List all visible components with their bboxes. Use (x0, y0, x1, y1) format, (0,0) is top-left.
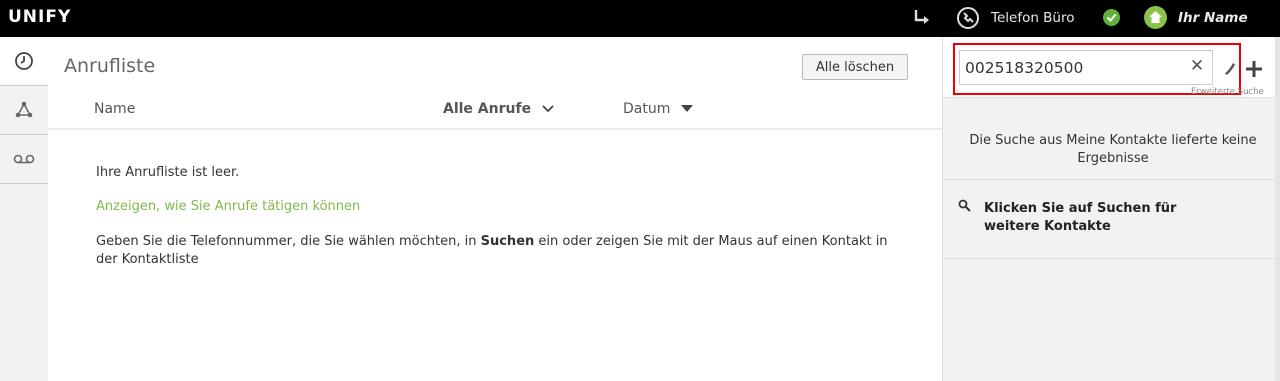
column-name-label: Name (94, 101, 136, 117)
advanced-search-link[interactable]: Erweiterte Suche (1191, 87, 1264, 97)
divider (943, 258, 1277, 259)
clock-icon (15, 52, 33, 70)
clear-all-button[interactable]: Alle löschen (802, 54, 908, 80)
avatar[interactable] (1144, 6, 1167, 29)
instructions-part1: Geben Sie die Telefonnummer, die Sie wäh… (96, 234, 481, 249)
filter-dropdown[interactable]: Alle Anrufe (443, 101, 554, 117)
scrollbar[interactable] (1275, 37, 1280, 381)
page-title: Anrufliste (64, 55, 156, 77)
search-bar: ✕ Erweiterte Suche (943, 37, 1280, 97)
column-name[interactable]: Name (94, 101, 135, 117)
search-more-hint[interactable]: Klicken Sie auf Suchen für weitere Konta… (943, 180, 1277, 260)
plus-icon[interactable] (1245, 60, 1263, 78)
search-icon (958, 199, 971, 212)
no-result-message: Die Suche aus Meine Kontakte lieferte ke… (969, 133, 1257, 166)
instructions-text: Geben Sie die Telefonnummer, die Sie wäh… (96, 233, 896, 269)
how-to-call-link[interactable]: Anzeigen, wie Sie Anrufe tätigen können (96, 199, 360, 214)
user-name[interactable]: Ihr Name (1178, 10, 1248, 26)
unify-logo: UNIFY (8, 7, 72, 27)
call-forward-icon[interactable] (912, 7, 934, 29)
call-list-panel: Anrufliste Alle löschen Name Alle Anrufe… (48, 37, 942, 381)
device-label[interactable]: Telefon Büro (991, 10, 1075, 26)
left-nav (0, 37, 48, 381)
phone-device-icon[interactable] (956, 6, 980, 30)
empty-list-message: Ihre Anrufliste ist leer. (96, 165, 240, 180)
column-date[interactable]: Datum (623, 101, 693, 117)
sort-down-icon (680, 105, 693, 112)
column-date-label: Datum (623, 101, 671, 117)
search-more-hint-text: Klicken Sie auf Suchen für weitere Konta… (984, 201, 1177, 234)
instructions-bold: Suchen (480, 234, 535, 249)
divider (943, 97, 1277, 98)
nav-voicemail[interactable] (0, 135, 48, 184)
search-pane: ✕ Erweiterte Suche Die Suche aus Meine K… (942, 37, 1280, 381)
status-available-icon[interactable] (1103, 9, 1120, 26)
nav-contacts[interactable] (0, 86, 48, 135)
network-icon (15, 101, 33, 118)
header-divider (48, 128, 942, 130)
voicemail-icon (13, 154, 35, 164)
nav-call-history[interactable] (0, 37, 48, 86)
chevron-down-icon (542, 105, 554, 113)
filter-label: Alle Anrufe (443, 101, 532, 117)
top-bar: UNIFY Telefon Büro Ihr Name (0, 0, 1280, 37)
phone-dial-icon[interactable] (1222, 61, 1238, 77)
